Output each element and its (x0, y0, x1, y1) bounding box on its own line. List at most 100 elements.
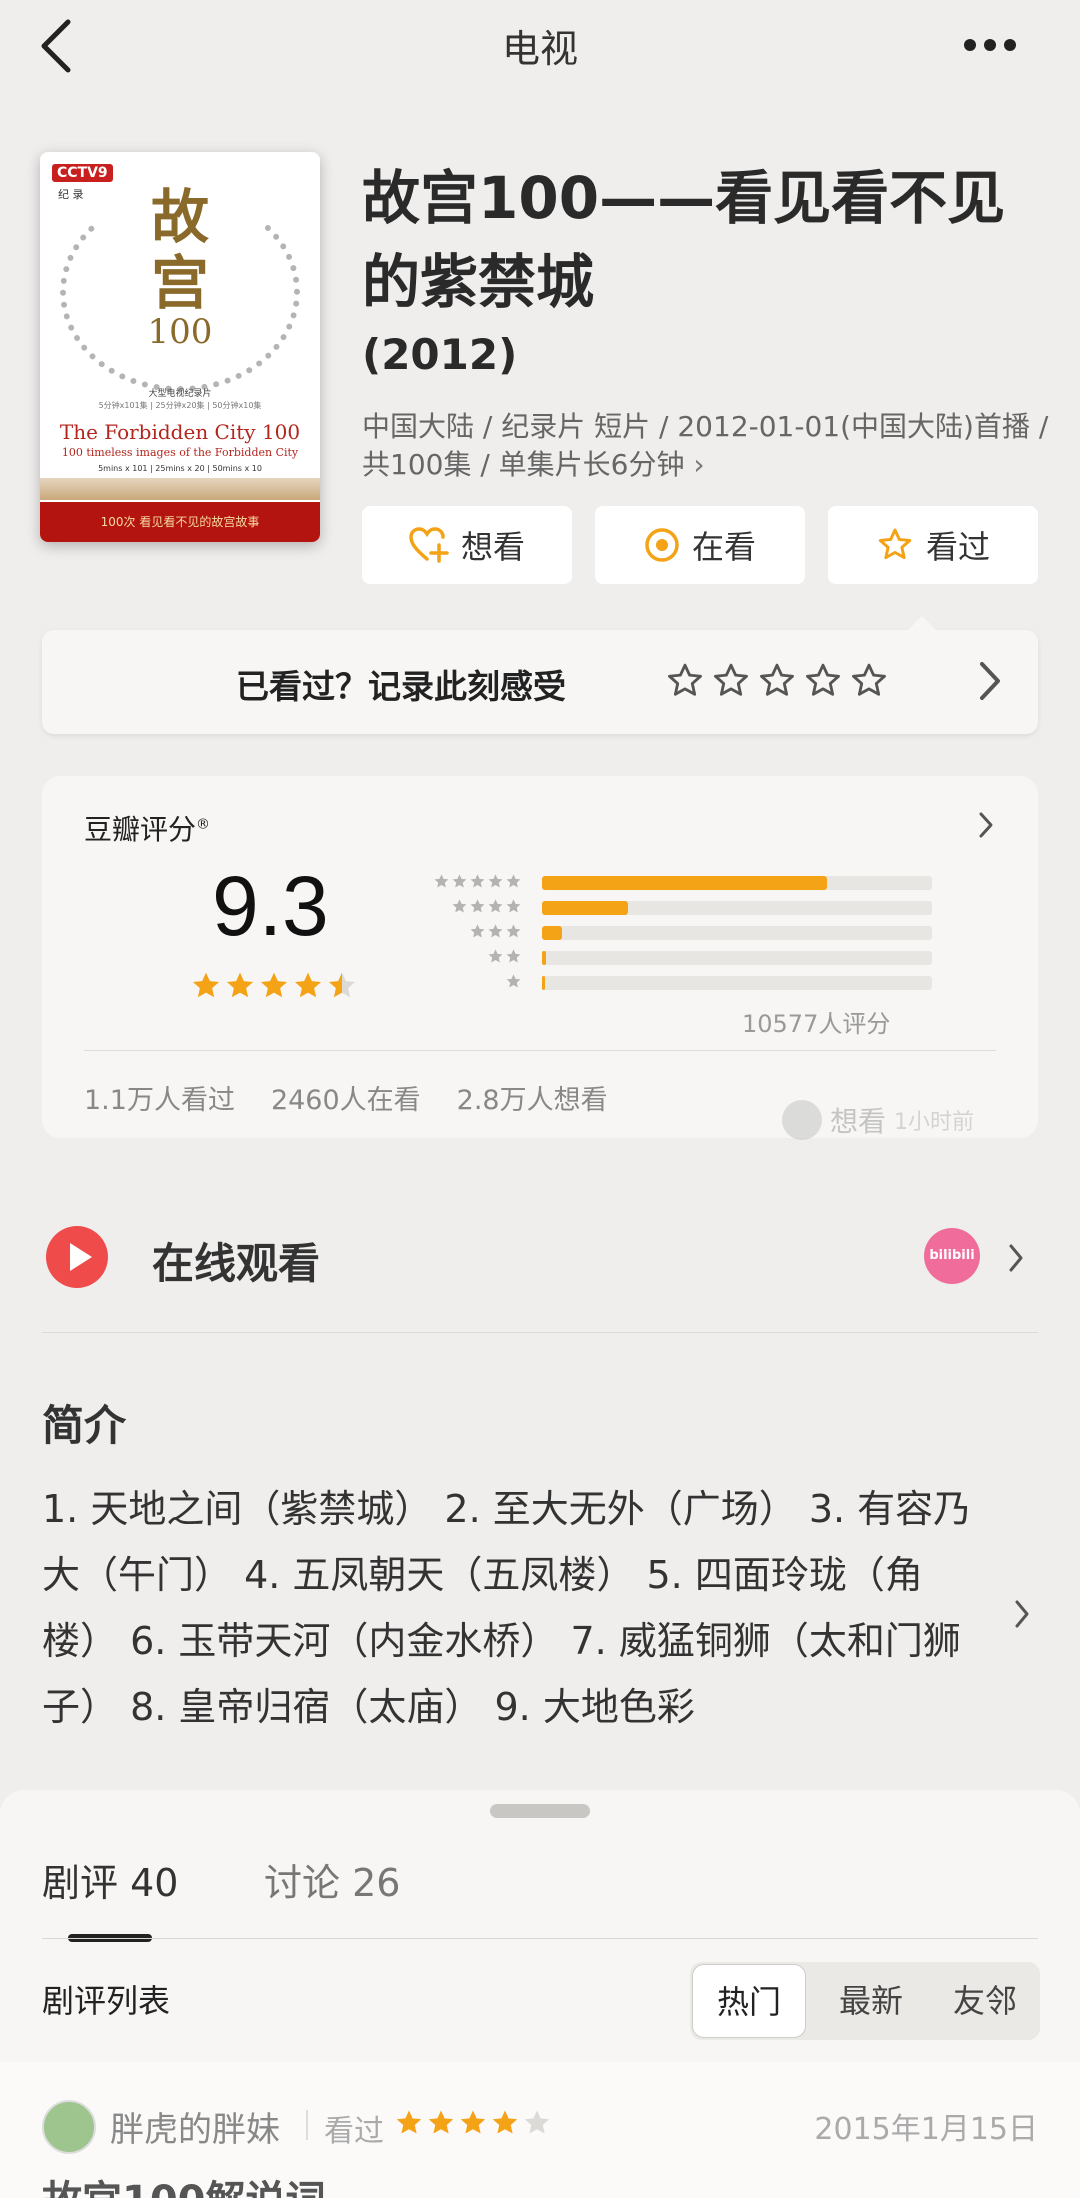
review-stars (394, 2108, 552, 2138)
chevron-right-icon[interactable] (1012, 1598, 1032, 1630)
star-icon (470, 874, 485, 888)
want-label: 想看 (460, 528, 525, 566)
watched-button[interactable]: 看过 (828, 506, 1038, 584)
record-prompt: 已看过？记录此刻感受 (236, 667, 566, 706)
distribution-track (542, 876, 932, 890)
distribution-row (392, 895, 932, 920)
chevron-right-icon (1009, 1244, 1023, 1272)
rating-score: 9.3 (212, 859, 329, 953)
star-icon (452, 899, 467, 913)
distribution-stars (469, 923, 522, 940)
stat-watching[interactable]: 2460人在看 (271, 1078, 421, 1117)
record-star-row[interactable] (666, 662, 888, 700)
divider (84, 1050, 996, 1051)
divider (42, 1938, 1038, 1939)
star-icon (488, 899, 503, 913)
star-outline-icon (852, 663, 886, 696)
star-icon (488, 924, 503, 938)
show-meta-text: 中国大陆 / 纪录片 短片 / 2012-01-01(中国大陆)首播 / 共10… (362, 410, 1049, 481)
show-year: (2012) (362, 330, 518, 379)
want-button[interactable]: 想看 (362, 506, 572, 584)
online-watch-label: 在线观看 (152, 1239, 321, 1288)
sort-segmented-control: 热门 最新 友邻 (690, 1962, 1040, 2040)
review-user[interactable]: 胖虎的胖妹 (110, 2102, 280, 2151)
target-icon (645, 528, 679, 562)
review-item[interactable]: 胖虎的胖妹 看过 2015年1月15日 故宫100解说词 (0, 2062, 1080, 2198)
distribution-stars (487, 948, 522, 965)
distribution-row (392, 920, 932, 945)
distribution-stars (433, 873, 522, 890)
avatar (782, 1100, 822, 1140)
poster-durations: 5mins x 101 | 25mins x 20 | 50mins x 10 (98, 464, 262, 473)
poster-image[interactable]: CCTV9 纪 录 故 宫 100 大型电视纪录片 5分钟x101集 | 25分… (40, 152, 320, 542)
distribution-track (542, 901, 932, 915)
star-icon (506, 949, 521, 963)
rating-card[interactable]: 豆瓣评分® 9.3 10577人评分 1.1万人看过 2460人在看 2.8万人… (42, 776, 1038, 1140)
tab-reviews[interactable]: 剧评 40 (42, 1852, 178, 1907)
star-icon (192, 972, 220, 998)
review-status: 看过 (324, 2114, 384, 2149)
star-icon (396, 2110, 422, 2134)
show-meta[interactable]: 中国大陆 / 纪录片 短片 / 2012-01-01(中国大陆)首播 / 共10… (362, 408, 1052, 484)
tab-discussions[interactable]: 讨论 26 (264, 1852, 400, 1907)
recent-action: 想看 (830, 1105, 887, 1138)
online-watch-row[interactable]: 在线观看 bilibili (42, 1212, 1038, 1330)
star-outline-icon (878, 528, 912, 560)
distribution-track (542, 976, 932, 990)
distribution-row (392, 945, 932, 970)
divider (306, 2110, 308, 2140)
registered-mark: ® (196, 816, 211, 833)
star-icon (294, 972, 322, 998)
distribution-bar (542, 976, 545, 990)
rating-distribution (392, 870, 932, 995)
star-icon (428, 2110, 454, 2134)
rating-stars (190, 970, 358, 1002)
stat-watched[interactable]: 1.1万人看过 (84, 1078, 235, 1117)
poster-subtitle-en: 100 timeless images of the Forbidden Cit… (61, 446, 299, 459)
poster-title-en: The Forbidden City 100 (59, 420, 301, 444)
watching-label: 在看 (691, 528, 756, 566)
stat-want[interactable]: 2.8万人想看 (457, 1078, 608, 1117)
star-icon (492, 2110, 518, 2134)
popover-caret (906, 616, 938, 632)
watching-button[interactable]: 在看 (595, 506, 805, 584)
review-date: 2015年1月15日 (814, 2112, 1038, 2147)
intro-title: 简介 (42, 1401, 127, 1450)
star-icon (226, 972, 254, 998)
star-icon (506, 974, 521, 988)
sort-hot[interactable]: 热门 (692, 1964, 806, 2038)
poster-number: 100 (147, 312, 213, 352)
intro-text[interactable]: 1. 天地之间（紫禁城） 2. 至大无外（广场） 3. 有容乃大（午门） 4. … (42, 1476, 982, 1740)
watch-stats: 1.1万人看过 2460人在看 2.8万人想看 (84, 1078, 608, 1117)
sort-friends[interactable]: 友邻 (930, 1962, 1040, 2040)
recent-time: 1小时前 (894, 1110, 975, 1135)
poster-skyline (40, 478, 320, 500)
distribution-bar (542, 901, 628, 915)
star-icon (460, 2110, 486, 2134)
review-list-label: 剧评列表 (42, 1982, 171, 2020)
distribution-row (392, 970, 932, 995)
poster-small-line-2: 5分钟x101集 | 25分钟x20集 | 50分钟x10集 (98, 401, 262, 410)
star-icon (488, 949, 503, 963)
star-outline-icon (760, 663, 794, 696)
star-icon (488, 874, 503, 888)
star-outline-icon (806, 663, 840, 696)
star-icon (328, 972, 356, 998)
watched-label: 看过 (925, 528, 990, 566)
play-icon (46, 1226, 108, 1288)
rating-label: 豆瓣评分® (84, 808, 210, 848)
record-feeling-bar[interactable]: 已看过？记录此刻感受 (42, 616, 1038, 734)
avatar[interactable] (42, 2100, 96, 2154)
heart-plus-icon (409, 527, 449, 563)
star-icon (524, 2110, 550, 2134)
more-dots-icon[interactable] (964, 36, 1024, 52)
reviews-sheet: 剧评 40 讨论 26 剧评列表 热门 最新 友邻 胖虎的胖妹 看过 2015年… (0, 1790, 1080, 2198)
distribution-bar (542, 876, 827, 890)
distribution-row (392, 870, 932, 895)
sort-latest[interactable]: 最新 (816, 1962, 926, 2040)
page-title: 电视 (501, 27, 578, 71)
distribution-track (542, 926, 932, 940)
star-outline-icon (714, 663, 748, 696)
drag-handle[interactable] (490, 1804, 590, 1818)
review-title[interactable]: 故宫100解说词 (42, 2168, 326, 2198)
